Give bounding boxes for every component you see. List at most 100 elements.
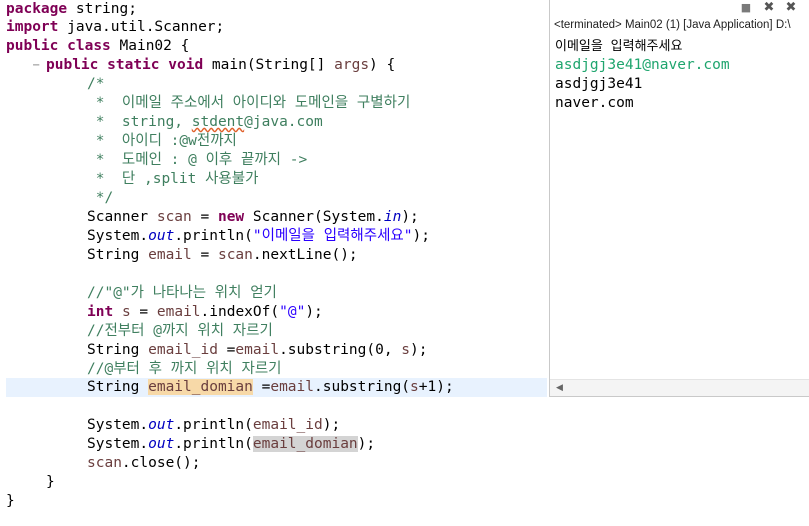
code-text: .substring( (314, 379, 411, 395)
static-field: out (148, 436, 175, 452)
variable: email (148, 247, 192, 263)
code-text: Scanner (87, 209, 157, 225)
code-text: ); (410, 342, 428, 358)
keyword: package (6, 1, 68, 17)
variable: email (235, 342, 280, 358)
comment-line[interactable]: * 도메인 : @ 이후 끝까지 -> (87, 151, 308, 170)
code-text: main(String[] (203, 57, 335, 73)
string-literal: "@" (279, 304, 306, 320)
variable: email (156, 304, 201, 320)
code-text: = (252, 379, 271, 395)
string-literal: "이메일을 입력해주세요" (252, 228, 413, 244)
console-toolbar: ■ ✖ ✖ (550, 0, 809, 17)
code-text: System. (87, 436, 149, 452)
code-text: = (130, 304, 157, 320)
variable: s (121, 304, 131, 320)
console-output-line: naver.com (555, 95, 634, 111)
code-line-19[interactable]: String email_id =email.substring(0, s); (87, 341, 428, 360)
code-text: .nextLine(); (252, 247, 358, 263)
comment-line[interactable]: //전부터 @까지 위치 자르기 (87, 322, 273, 341)
closing-brace[interactable]: } (46, 473, 55, 492)
code-line-25[interactable]: scan.close(); (87, 454, 201, 473)
code-text: string; (67, 1, 137, 17)
code-text: +1); (418, 379, 454, 395)
keyword: import (6, 19, 59, 35)
code-text: System. (87, 417, 149, 433)
code-line-13[interactable]: System.out.println("이메일을 입력해주세요"); (87, 227, 430, 246)
code-text: .indexOf( (200, 304, 280, 320)
variable: s (401, 342, 411, 358)
code-text: String (87, 247, 149, 263)
terminate-icon[interactable]: ■ (739, 1, 753, 15)
code-line-14[interactable]: String email = scan.nextLine(); (87, 246, 358, 265)
code-text: .substring(0, (279, 342, 402, 358)
keyword: new (217, 209, 245, 225)
scroll-left-icon[interactable]: ◀ (556, 383, 563, 393)
variable: scan (217, 247, 253, 263)
comment-line[interactable]: * 단 ,split 사용불가 (87, 170, 259, 189)
console-output-line: 이메일을 입력해주세요 (555, 39, 683, 54)
console-view[interactable]: ■ ✖ ✖ <terminated> Main02 (1) [Java Appl… (549, 0, 809, 397)
code-text: ); (322, 417, 341, 433)
variable-occurrence-highlight: email_domian (148, 379, 253, 395)
variable: email (270, 379, 314, 395)
static-field: out (148, 228, 175, 244)
static-field: in (383, 209, 402, 225)
code-text: System. (87, 228, 149, 244)
remove-launch-icon[interactable]: ✖ (762, 1, 776, 15)
comment-line[interactable]: * string, stdent@java.com (87, 113, 323, 132)
closing-brace[interactable]: } (6, 492, 15, 511)
code-text: .println( (174, 417, 253, 433)
spelling-error-text: stdent (191, 114, 245, 130)
fold-toggle-icon[interactable]: − (32, 60, 40, 71)
variable: scan (87, 455, 122, 471)
code-line-3[interactable]: public class Main02 { (6, 37, 189, 56)
keyword: public (6, 38, 59, 54)
keyword: void (168, 57, 204, 73)
keyword: static (107, 57, 160, 73)
code-line-23[interactable]: System.out.println(email_id); (87, 416, 340, 435)
comment-line[interactable]: */ (87, 189, 113, 208)
code-text: ); (357, 436, 376, 452)
code-text: ); (412, 228, 430, 244)
variable-read-highlight: email_domian (252, 436, 358, 452)
code-line-24[interactable]: System.out.println(email_domian); (87, 435, 375, 454)
code-text: .close(); (121, 455, 201, 471)
variable: s (410, 379, 419, 395)
code-line-1[interactable]: package string; (6, 0, 137, 19)
keyword: public (46, 57, 99, 73)
comment-line[interactable]: //"@"가 나타나는 위치 얻기 (87, 284, 277, 303)
code-text: .println( (174, 436, 253, 452)
code-text: ) { (369, 57, 396, 73)
variable: email_id (252, 417, 323, 433)
code-line-17[interactable]: int s = email.indexOf("@"); (87, 303, 323, 322)
console-header: <terminated> Main02 (1) [Java Applicatio… (554, 19, 791, 31)
static-field: out (148, 417, 175, 433)
variable: scan (156, 209, 192, 225)
code-text: = (217, 342, 236, 358)
code-text: ); (305, 304, 323, 320)
variable: email_id (148, 342, 218, 358)
code-line-4[interactable]: public static void main(String[] args) { (46, 56, 395, 75)
comment-line[interactable]: /* (87, 75, 104, 94)
keyword: class (67, 38, 111, 54)
code-text: = (191, 209, 218, 225)
horizontal-scrollbar[interactable]: ◀ (550, 379, 809, 396)
code-text: String (87, 379, 149, 395)
code-line-2[interactable]: import java.util.Scanner; (6, 18, 224, 37)
code-text: ); (401, 209, 419, 225)
comment-text: * string, (87, 114, 192, 130)
variable: args (334, 57, 370, 73)
code-text: Scanner(System. (244, 209, 384, 225)
keyword: int (87, 304, 114, 320)
comment-line[interactable]: * 이메일 주소에서 아이디와 도메인을 구별하기 (87, 94, 411, 113)
code-text: java.util.Scanner; (58, 19, 225, 35)
comment-line[interactable]: //@부터 후 까지 위치 자르기 (87, 360, 282, 379)
code-line-12[interactable]: Scanner scan = new Scanner(System.in); (87, 208, 419, 227)
console-input-line: asdjgj3e41@naver.com (555, 57, 730, 73)
remove-all-terminated-icon[interactable]: ✖ (784, 1, 798, 15)
code-line-21[interactable]: String email_domian =email.substring(s+1… (87, 378, 454, 397)
console-output-line: asdjgj3e41 (555, 76, 643, 92)
comment-line[interactable]: * 아이디 :@w전까지 (87, 132, 237, 151)
